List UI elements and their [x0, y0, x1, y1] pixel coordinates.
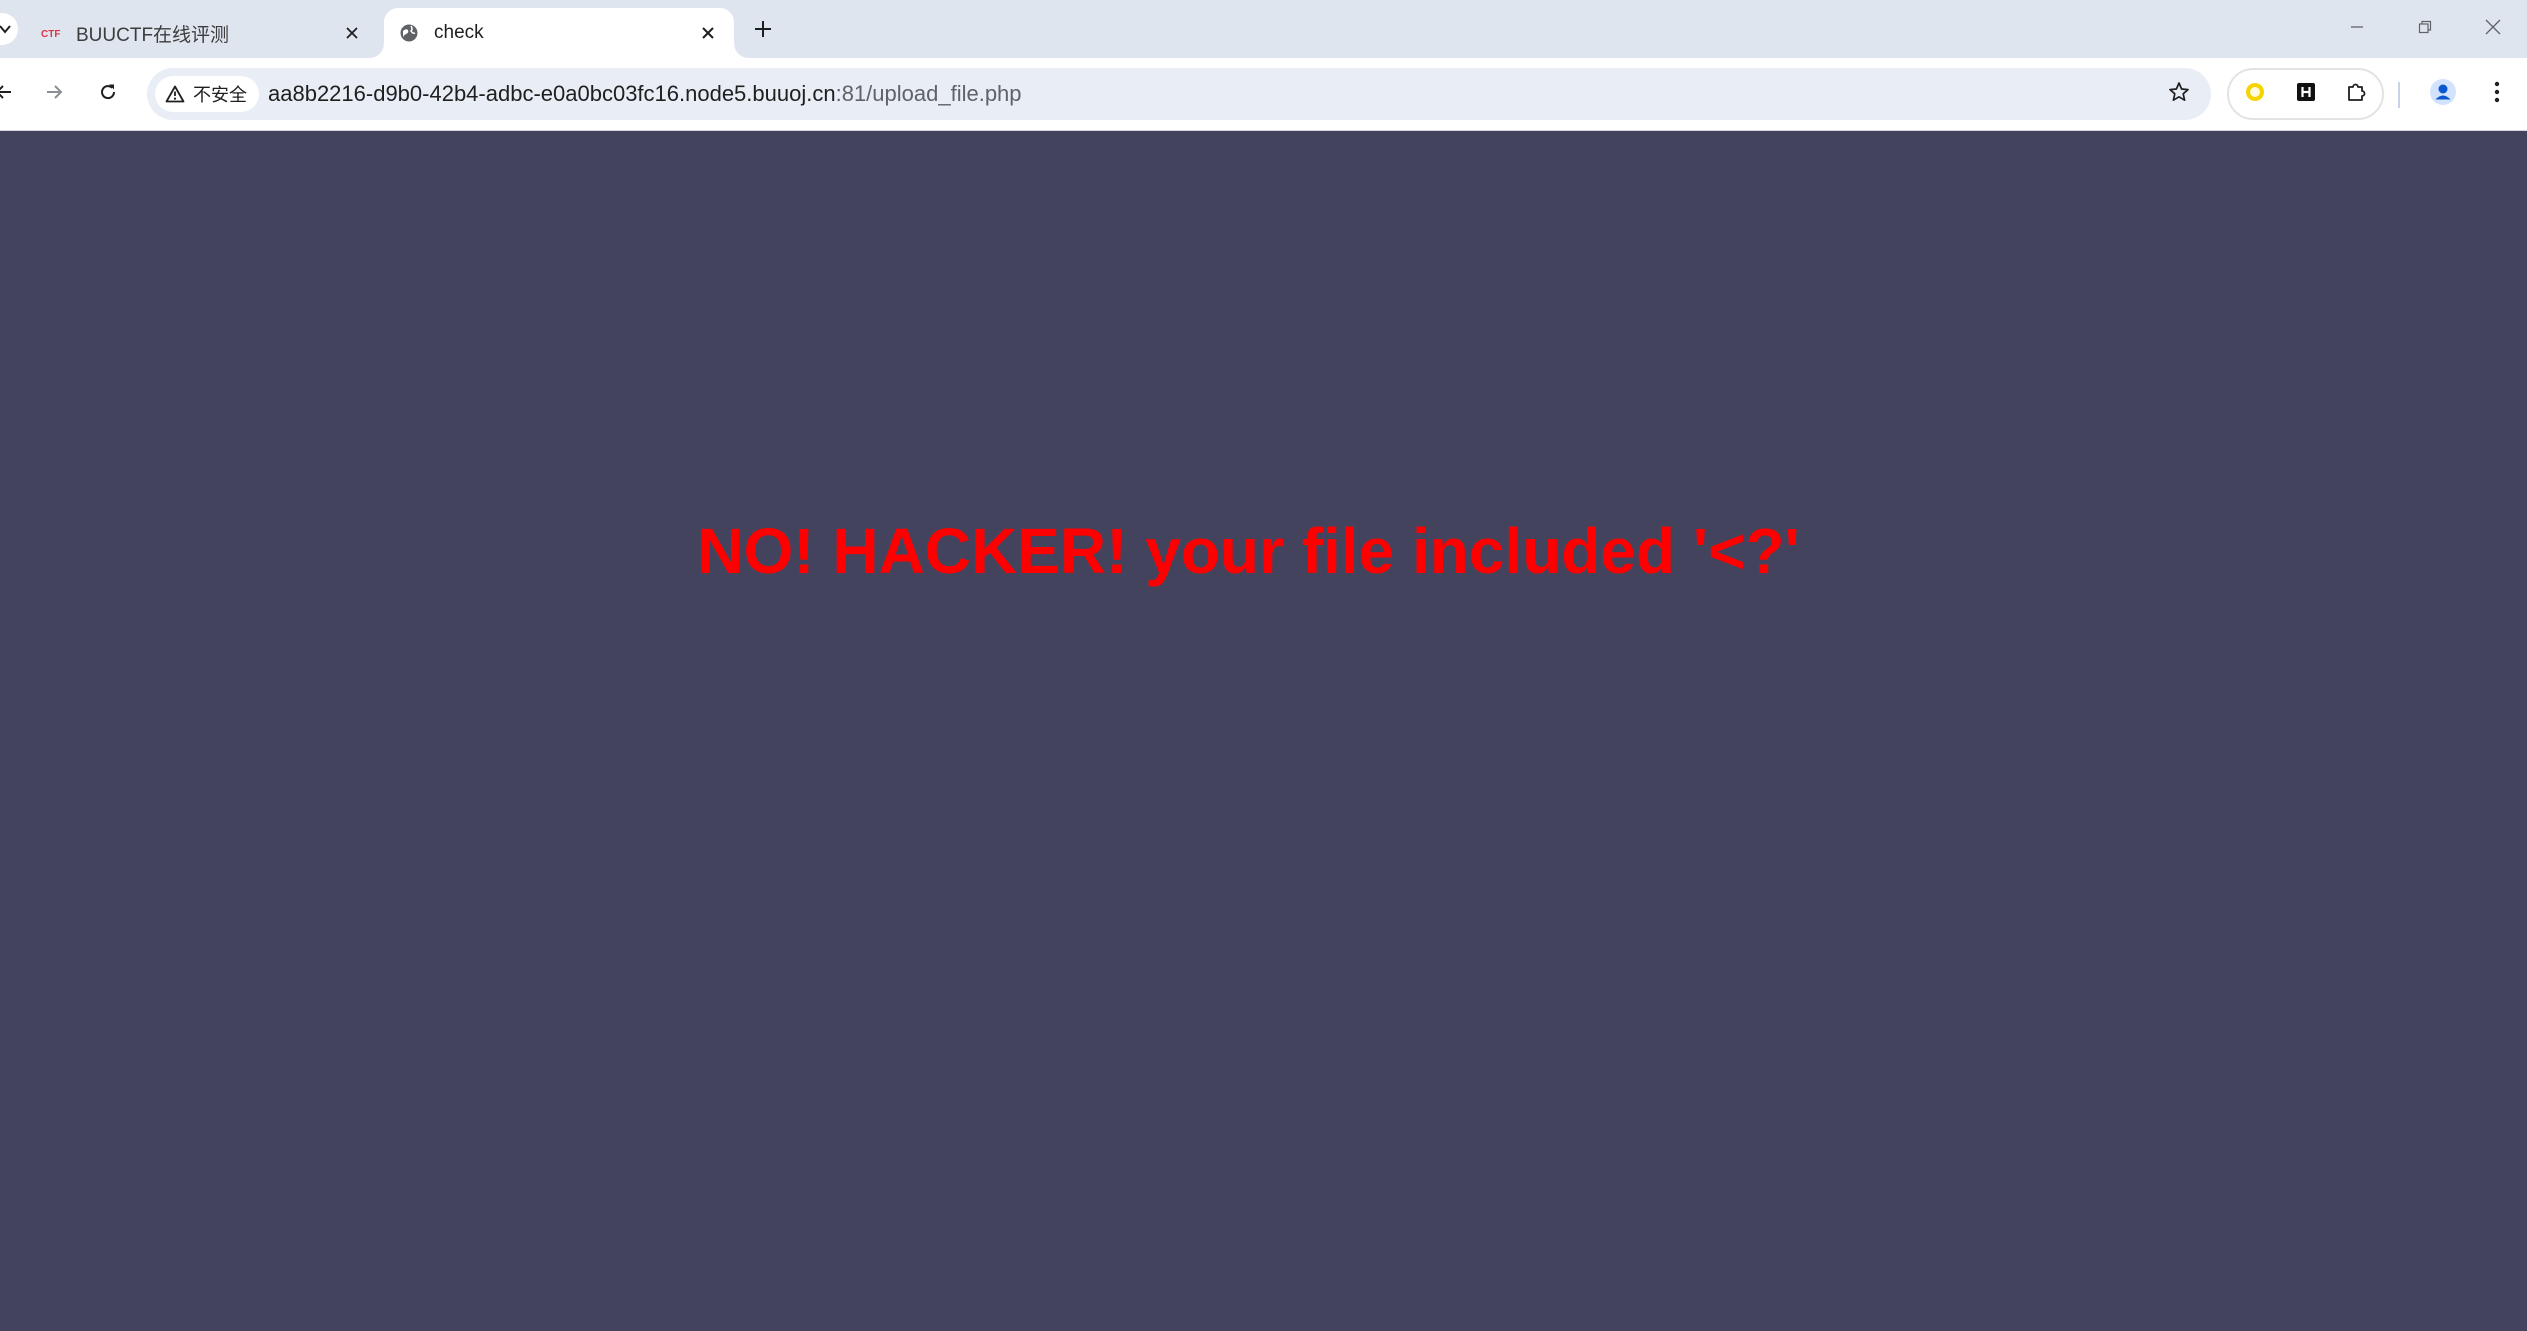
tab-search-button[interactable] — [0, 13, 18, 45]
minimize-button[interactable] — [2323, 0, 2391, 58]
security-label: 不安全 — [193, 85, 247, 105]
forward-arrow-icon — [44, 82, 64, 107]
globe-icon — [398, 22, 420, 44]
error-message: NO! HACKER! your file included '<?' — [697, 515, 1800, 587]
toolbar-divider — [2398, 82, 2400, 108]
forward-button[interactable] — [34, 74, 74, 114]
reload-button[interactable] — [88, 74, 128, 114]
warning-icon — [165, 85, 185, 103]
tab-strip: CTF BUUCTF在线评测 check — [0, 0, 2527, 58]
new-tab-button[interactable] — [746, 14, 780, 48]
close-icon — [2484, 18, 2502, 41]
bookmark-star-button[interactable] — [2163, 78, 2195, 110]
back-button[interactable] — [0, 74, 24, 114]
url-host: aa8b2216-d9b0-42b4-adbc-e0a0bc03fc16.nod… — [268, 81, 836, 106]
plus-icon — [753, 19, 773, 44]
tab-title: check — [434, 22, 484, 43]
page-content: NO! HACKER! your file included '<?' — [0, 131, 2527, 1331]
extensions-group — [2227, 68, 2384, 120]
avatar-icon — [2429, 78, 2457, 111]
window-controls — [2323, 0, 2527, 58]
reload-icon — [98, 82, 118, 107]
tab-buuctf[interactable]: CTF BUUCTF在线评测 — [34, 8, 378, 58]
restore-icon — [2417, 19, 2433, 40]
tab-check[interactable]: check — [370, 8, 748, 58]
yellow-circle-extension-button[interactable] — [2229, 70, 2280, 118]
restore-button[interactable] — [2391, 0, 2459, 58]
browser-menu-button[interactable] — [2477, 72, 2517, 116]
star-icon — [2168, 81, 2190, 108]
profile-button[interactable] — [2421, 72, 2465, 116]
yellow-circle-extension-icon — [2244, 81, 2266, 108]
h-extension-icon — [2296, 82, 2316, 107]
browser-toolbar: 不安全 aa8b2216-d9b0-42b4-adbc-e0a0bc03fc16… — [0, 58, 2527, 131]
chevron-down-icon — [0, 22, 12, 36]
svg-text:CTF: CTF — [41, 29, 60, 40]
extensions-button[interactable] — [2331, 70, 2382, 118]
close-window-button[interactable] — [2459, 0, 2527, 58]
back-arrow-icon — [0, 82, 14, 107]
close-icon[interactable] — [694, 19, 722, 47]
h-extension-button[interactable] — [2280, 70, 2331, 118]
minimize-icon — [2349, 19, 2365, 40]
close-icon[interactable] — [338, 19, 366, 47]
address-bar[interactable]: 不安全 aa8b2216-d9b0-42b4-adbc-e0a0bc03fc16… — [147, 68, 2211, 120]
url-path: :81/upload_file.php — [835, 81, 1022, 106]
puzzle-icon — [2345, 80, 2369, 109]
tab-title: BUUCTF在线评测 — [76, 24, 230, 46]
security-indicator[interactable]: 不安全 — [155, 76, 259, 112]
url-text[interactable]: aa8b2216-d9b0-42b4-adbc-e0a0bc03fc16.nod… — [268, 81, 1022, 107]
more-vert-icon — [2493, 80, 2501, 109]
buuctf-logo-icon: CTF — [40, 22, 62, 44]
